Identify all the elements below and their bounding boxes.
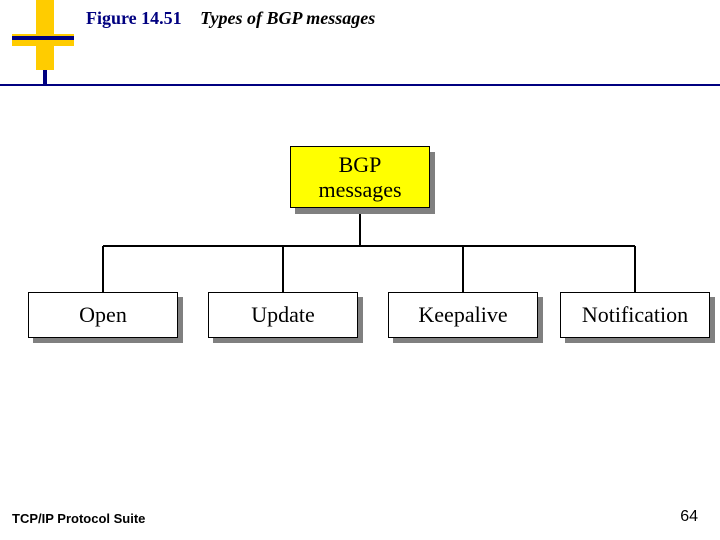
leaf-box: Keepalive [388, 292, 538, 338]
leaf-label: Update [251, 302, 315, 328]
slide-header: Figure 14.51 Types of BGP messages [0, 0, 720, 86]
page-number: 64 [680, 508, 698, 526]
root-box: BGP messages [290, 146, 430, 208]
root-label-line2: messages [318, 177, 401, 202]
ornament-block [12, 36, 74, 40]
leaf-label: Notification [582, 302, 688, 328]
figure-title: Types of BGP messages [200, 8, 375, 28]
root-label-line1: BGP [339, 152, 382, 177]
footer-source: TCP/IP Protocol Suite [12, 511, 145, 526]
leaf-box: Notification [560, 292, 710, 338]
figure-number: Figure 14.51 [86, 8, 182, 28]
ornament-block [43, 70, 47, 86]
leaf-label: Open [79, 302, 127, 328]
leaf-label: Keepalive [418, 302, 507, 328]
leaf-box: Update [208, 292, 358, 338]
leaf-box: Open [28, 292, 178, 338]
figure-header: Figure 14.51 Types of BGP messages [86, 8, 375, 29]
diagram-area: BGP messages Open Update Keepalive Notifica… [0, 146, 720, 496]
